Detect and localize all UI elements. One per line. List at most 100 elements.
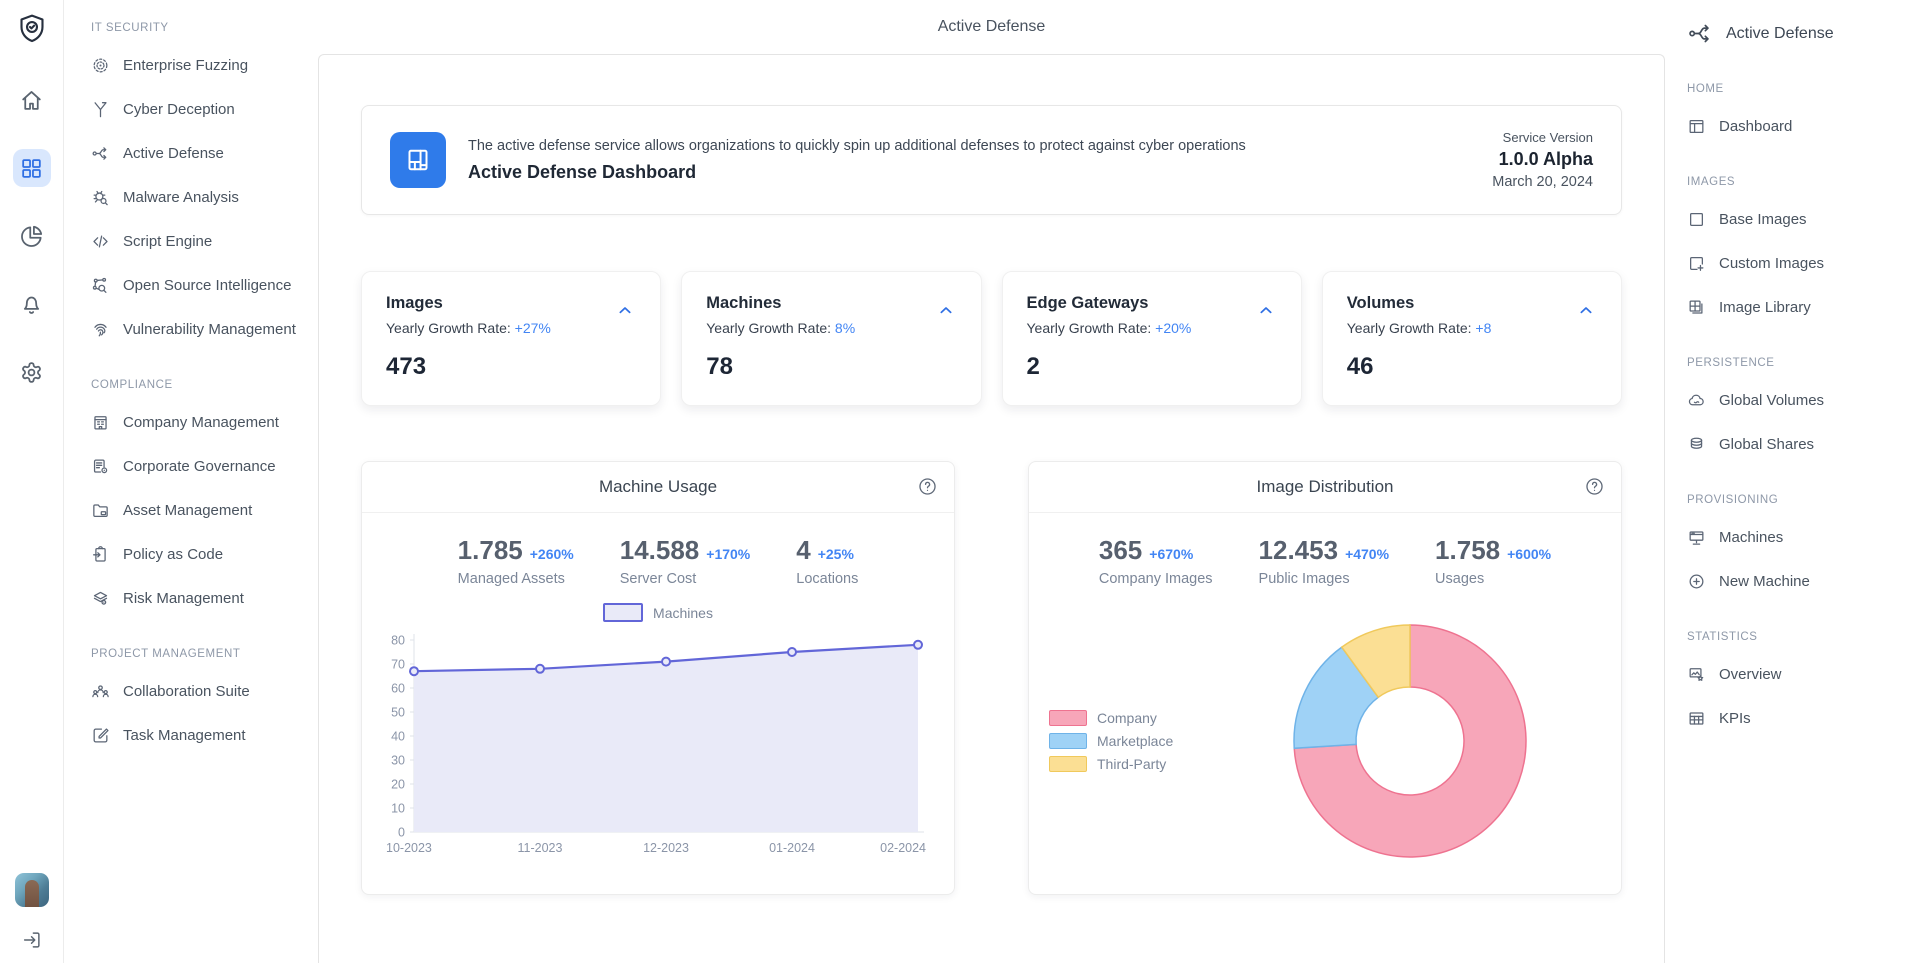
donut-legend-item-marketplace[interactable]: Marketplace (1049, 733, 1199, 749)
grid-stack-icon (1687, 298, 1706, 317)
sidebar-item-policy-as-code[interactable]: Policy as Code (91, 532, 310, 576)
apps-grid-icon (19, 156, 44, 181)
sidebar-item-script-engine[interactable]: Script Engine (91, 219, 310, 263)
chart-stat-delta: +170% (706, 546, 750, 562)
sidebar-item-label: Asset Management (123, 502, 252, 519)
sidebar-item-label: Base Images (1719, 211, 1807, 228)
icon-rail (0, 0, 64, 963)
page-title: Active Defense (938, 18, 1046, 36)
help-icon[interactable] (917, 476, 938, 497)
sidebar-item-global-volumes[interactable]: Global Volumes (1687, 378, 1912, 422)
stat-card-title: Edge Gateways (1027, 294, 1277, 313)
sidebar-item-label: Global Shares (1719, 436, 1814, 453)
svg-text:80: 80 (391, 634, 405, 648)
chart-stat-delta: +25% (818, 546, 854, 562)
sidebar-item-malware-analysis[interactable]: Malware Analysis (91, 175, 310, 219)
chevron-up-icon[interactable] (933, 302, 959, 318)
legend-label: Company (1097, 710, 1157, 726)
sidebar-item-enterprise-fuzzing[interactable]: Enterprise Fuzzing (91, 43, 310, 87)
sidebar-item-active-defense[interactable]: Active Defense (91, 131, 310, 175)
machine-usage-card: Machine Usage 1.785+260%Managed Assets14… (361, 461, 955, 895)
sidebar-item-asset-management[interactable]: Asset Management (91, 488, 310, 532)
sidebar-item-task-management[interactable]: Task Management (91, 713, 310, 757)
help-icon[interactable] (1584, 476, 1605, 497)
sidebar-item-label: Machines (1719, 529, 1783, 546)
sidebar-item-base-images[interactable]: Base Images (1687, 197, 1912, 241)
rail-item-apps-grid-icon[interactable] (13, 149, 51, 187)
sidebar-item-machines[interactable]: Machines (1687, 515, 1912, 559)
section-header-home: HOME (1687, 83, 1912, 95)
chart-stat-delta: +260% (530, 546, 574, 562)
sidebar-item-label: Corporate Governance (123, 458, 276, 475)
stat-card-title: Images (386, 294, 636, 313)
stat-card-edge-gateways: Edge GatewaysYearly Growth Rate: +20%2 (1002, 271, 1302, 406)
sidebar-item-label: Dashboard (1719, 118, 1792, 135)
sidebar-item-vulnerability-management[interactable]: Vulnerability Management (91, 307, 310, 351)
sidebar-item-label: Image Library (1719, 299, 1811, 316)
code-icon (91, 232, 110, 251)
chevron-up-icon[interactable] (1573, 302, 1599, 318)
chart-stat-delta: +470% (1345, 546, 1389, 562)
sidebar-item-new-machine[interactable]: New Machine (1687, 559, 1912, 603)
report-star-icon (1687, 665, 1706, 684)
user-avatar[interactable] (15, 873, 49, 907)
fuzzing-target-icon (91, 56, 110, 75)
content-panel: The active defense service allows organi… (318, 54, 1665, 963)
sidebar-item-label: New Machine (1719, 573, 1810, 590)
svg-text:50: 50 (391, 706, 405, 720)
line-legend-item[interactable]: Machines (362, 603, 954, 622)
chart-stat-public-images: 12.453+470%Public Images (1259, 535, 1390, 587)
svg-text:12-2023: 12-2023 (643, 841, 689, 855)
database-icon (1687, 435, 1706, 454)
chevron-up-icon[interactable] (1253, 302, 1279, 318)
chart-stat-label: Managed Assets (458, 571, 574, 587)
chart-stat-value: 12.453 (1259, 535, 1339, 565)
sidebar-item-risk-management[interactable]: Risk Management (91, 576, 310, 620)
square-plus-icon (1687, 254, 1706, 273)
donut-legend-item-company[interactable]: Company (1049, 710, 1199, 726)
stat-card-growth: Yearly Growth Rate: +20% (1027, 320, 1277, 336)
chevron-up-icon[interactable] (612, 302, 638, 318)
split-arrows-icon (1687, 20, 1714, 47)
rail-item-gear-icon[interactable] (13, 353, 51, 391)
sidebar-item-corporate-governance[interactable]: Corporate Governance (91, 444, 310, 488)
chart-stat-delta: +600% (1507, 546, 1551, 562)
bug-search-icon (91, 188, 110, 207)
svg-text:70: 70 (391, 658, 405, 672)
chart-stat-usages: 1.758+600%Usages (1435, 535, 1551, 587)
main-column: Active Defense The active defense servic… (318, 0, 1665, 963)
dashboard-title: Active Defense Dashboard (468, 162, 1492, 183)
chart-stat-value: 1.785 (458, 535, 523, 565)
table-icon (1687, 709, 1706, 728)
legend-swatch (1049, 710, 1087, 726)
donut-legend-item-third-party[interactable]: Third-Party (1049, 756, 1199, 772)
sidebar-item-company-management[interactable]: Company Management (91, 400, 310, 444)
sidebar-item-image-library[interactable]: Image Library (1687, 285, 1912, 329)
sidebar-item-kpis[interactable]: KPIs (1687, 696, 1912, 740)
shield-logo-icon[interactable] (15, 12, 49, 46)
sidebar-item-overview[interactable]: Overview (1687, 652, 1912, 696)
rail-item-bell-icon[interactable] (13, 285, 51, 323)
building-icon (91, 413, 110, 432)
sidebar-item-cyber-deception[interactable]: Cyber Deception (91, 87, 310, 131)
sidebar-item-open-source-intelligence[interactable]: Open Source Intelligence (91, 263, 310, 307)
sidebar-item-global-shares[interactable]: Global Shares (1687, 422, 1912, 466)
stat-card-value: 473 (386, 353, 636, 381)
chart-stat-value: 365 (1099, 535, 1142, 565)
stat-card-growth: Yearly Growth Rate: +27% (386, 320, 636, 336)
stat-card-volumes: VolumesYearly Growth Rate: +846 (1322, 271, 1622, 406)
sidebar-item-collaboration-suite[interactable]: Collaboration Suite (91, 669, 310, 713)
pie-chart-icon (19, 224, 44, 249)
image-distribution-title: Image Distribution (1256, 477, 1393, 497)
branch-y-icon (91, 100, 110, 119)
stat-card-title: Volumes (1347, 294, 1597, 313)
rail-item-home-icon[interactable] (13, 81, 51, 119)
rail-item-pie-chart-icon[interactable] (13, 217, 51, 255)
sidebar-item-dashboard[interactable]: Dashboard (1687, 104, 1912, 148)
circle-plus-icon (1687, 572, 1706, 591)
sidebar-item-custom-images[interactable]: Custom Images (1687, 241, 1912, 285)
logout-icon[interactable] (21, 929, 43, 951)
people-group-icon (91, 682, 110, 701)
section-header-compliance: COMPLIANCE (91, 379, 310, 391)
sidebar-item-label: Company Management (123, 414, 279, 431)
